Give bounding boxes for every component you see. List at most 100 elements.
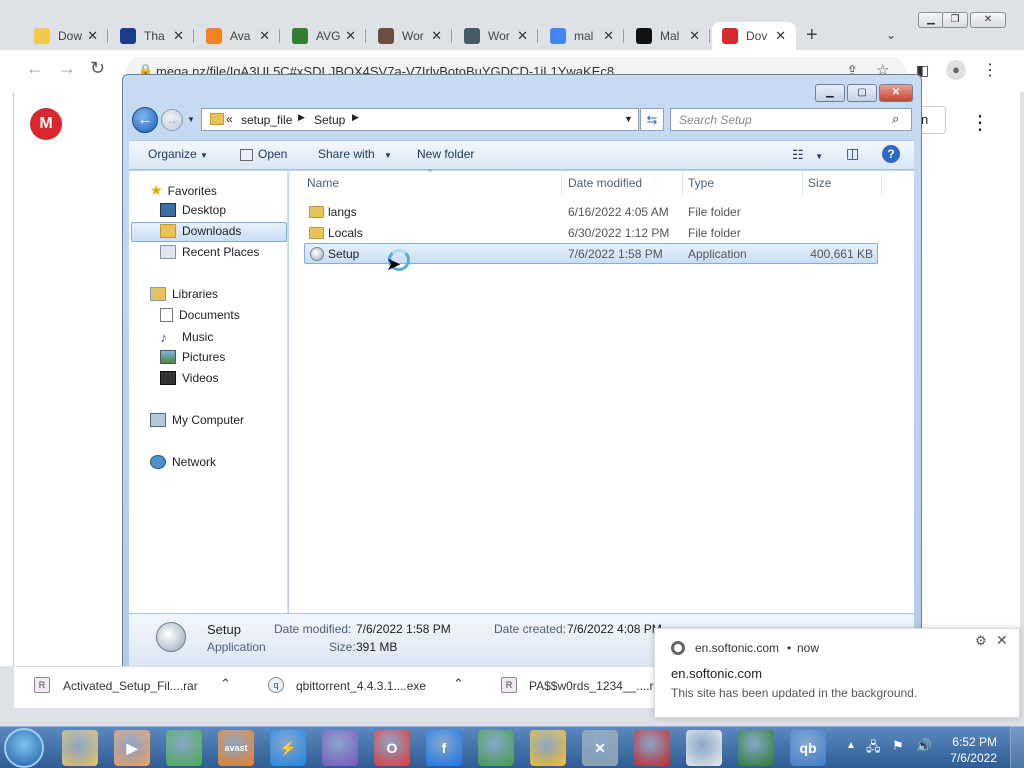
app-taskbar-icon[interactable] xyxy=(478,730,514,766)
facebook-taskbar-icon[interactable]: f xyxy=(426,730,462,766)
column-header-type[interactable]: Type xyxy=(688,176,714,190)
page-menu-icon[interactable]: ⋮ xyxy=(970,110,990,135)
tab-1[interactable]: Dow ✕ xyxy=(24,22,108,50)
volume-icon[interactable]: 🔊 xyxy=(916,738,932,754)
explorer-maximize-button[interactable]: ▢ xyxy=(847,84,877,102)
nav-network[interactable]: Network xyxy=(150,455,216,469)
new-folder-button[interactable]: New folder xyxy=(417,147,474,161)
nav-desktop[interactable]: Desktop xyxy=(160,203,226,217)
tab-7[interactable]: mal ✕ xyxy=(540,22,624,50)
tab-6[interactable]: Wor ✕ xyxy=(454,22,538,50)
tab-close-icon[interactable]: ✕ xyxy=(517,28,528,44)
explorer-back-button[interactable]: ← xyxy=(132,107,158,133)
breadcrumb-current[interactable]: Setup xyxy=(314,113,345,127)
nav-libraries[interactable]: Libraries xyxy=(150,287,218,301)
restore-button[interactable]: ❐ xyxy=(942,12,968,28)
show-desktop-button[interactable] xyxy=(1010,726,1024,768)
explorer-minimize-button[interactable]: ▁ xyxy=(815,84,845,102)
forward-arrow-icon[interactable]: → xyxy=(58,58,76,79)
network-tray-icon[interactable]: 🖧 xyxy=(866,738,881,760)
explorer-address-bar[interactable]: « setup_file ▶ Setup ▶ ▼ xyxy=(201,108,639,131)
column-divider[interactable] xyxy=(881,171,882,195)
table-row[interactable]: Locals 6/30/2022 1:12 PM File folder xyxy=(304,223,878,243)
tab-5[interactable]: Wor ✕ xyxy=(368,22,452,50)
nav-documents[interactable]: Documents xyxy=(160,308,240,322)
breadcrumb-arrow-icon[interactable]: ▶ xyxy=(352,112,359,123)
download-item[interactable]: Activated_Setup_Fil....rar xyxy=(63,679,198,693)
menu-kebab-icon[interactable]: ⋮ xyxy=(982,60,998,80)
reload-icon[interactable]: ↻ xyxy=(90,58,105,79)
taskbar-clock[interactable]: 6:52 PM 7/6/2022 xyxy=(945,734,997,766)
chevron-up-icon[interactable]: ⌃ xyxy=(453,676,464,692)
notification-popup[interactable]: en.softonic.com • now ⚙ ✕ en.softonic.co… xyxy=(654,628,1020,718)
download-item[interactable]: PA$$w0rds_1234__....r xyxy=(529,679,654,693)
tab-close-icon[interactable]: ✕ xyxy=(689,28,700,44)
tab-close-icon[interactable]: ✕ xyxy=(173,28,184,44)
address-dropdown-icon[interactable]: ▼ xyxy=(624,114,633,124)
tab-close-icon[interactable]: ✕ xyxy=(87,28,98,44)
media-taskbar-icon[interactable]: ▶ xyxy=(114,730,150,766)
tab-close-icon[interactable]: ✕ xyxy=(345,28,356,44)
profile-avatar[interactable]: ● xyxy=(946,60,966,80)
tab-2[interactable]: Tha ✕ xyxy=(110,22,194,50)
nav-my-computer[interactable]: My Computer xyxy=(150,413,244,427)
tray-expand-icon[interactable]: ▲ xyxy=(846,740,856,751)
tab-close-icon[interactable]: ✕ xyxy=(431,28,442,44)
nav-favorites[interactable]: ★ Favorites xyxy=(150,182,217,199)
qbittorrent-taskbar-icon[interactable]: qb xyxy=(790,730,826,766)
refresh-icon[interactable]: ⇆ xyxy=(640,108,664,131)
breadcrumb-overflow[interactable]: « xyxy=(226,112,233,126)
open-button[interactable]: Open xyxy=(240,147,287,161)
nav-downloads[interactable]: Downloads xyxy=(160,224,241,238)
tab-8[interactable]: Mal ✕ xyxy=(626,22,710,50)
help-icon[interactable]: ? xyxy=(882,145,900,163)
view-options-icon[interactable]: ☷ ▼ xyxy=(792,147,823,163)
opera-taskbar-icon[interactable]: O xyxy=(374,730,410,766)
table-row[interactable]: langs 6/16/2022 4:05 AM File folder xyxy=(304,202,878,222)
explorer-forward-button[interactable]: → xyxy=(161,109,183,131)
tools-taskbar-icon[interactable]: ✕ xyxy=(582,730,618,766)
tab-close-icon[interactable]: ✕ xyxy=(775,28,786,44)
new-tab-button[interactable]: + xyxy=(806,24,818,47)
tor-taskbar-icon[interactable] xyxy=(322,730,358,766)
tab-search-chevron-icon[interactable]: ⌄ xyxy=(886,28,896,42)
share-with-button[interactable]: Share with ▼ xyxy=(318,147,392,161)
chrome-taskbar-icon[interactable] xyxy=(166,730,202,766)
nav-music[interactable]: ♪ Music xyxy=(160,329,213,345)
tor2-taskbar-icon[interactable] xyxy=(530,730,566,766)
game-taskbar-icon[interactable] xyxy=(634,730,670,766)
chevron-up-icon[interactable]: ⌃ xyxy=(220,676,231,692)
nav-pictures[interactable]: Pictures xyxy=(160,350,225,364)
tab-4[interactable]: AVG ✕ xyxy=(282,22,366,50)
shield-taskbar-icon[interactable]: ⚡ xyxy=(270,730,306,766)
column-header-date[interactable]: Date modified xyxy=(568,176,642,190)
column-header-name[interactable]: Name xyxy=(307,176,339,190)
column-divider[interactable] xyxy=(561,171,562,195)
column-divider[interactable] xyxy=(682,171,683,195)
tab-close-icon[interactable]: ✕ xyxy=(603,28,614,44)
organize-button[interactable]: Organize ▼ xyxy=(148,147,208,161)
tab-9[interactable]: Dov ✕ xyxy=(712,22,796,50)
column-header-size[interactable]: Size xyxy=(808,176,831,190)
avg-taskbar-icon[interactable] xyxy=(738,730,774,766)
back-arrow-icon[interactable]: ← xyxy=(26,58,44,79)
close-icon[interactable]: ✕ xyxy=(996,632,1008,649)
close-window-button[interactable]: ✕ xyxy=(970,12,1006,28)
search-icon[interactable]: ⌕ xyxy=(892,111,899,127)
hat-taskbar-icon[interactable] xyxy=(686,730,722,766)
download-item[interactable]: qbittorrent_4.4.3.1....exe xyxy=(296,679,426,693)
minimize-button[interactable]: ▁ xyxy=(918,12,944,28)
tab-close-icon[interactable]: ✕ xyxy=(259,28,270,44)
breadcrumb-parent[interactable]: setup_file xyxy=(241,113,292,127)
breadcrumb-arrow-icon[interactable]: ▶ xyxy=(298,112,305,123)
avast-taskbar-icon[interactable]: avast xyxy=(218,730,254,766)
explorer-taskbar-icon[interactable] xyxy=(62,730,98,766)
nav-videos[interactable]: Videos xyxy=(160,371,218,385)
start-button[interactable] xyxy=(4,728,44,768)
preview-pane-icon[interactable]: ◫ xyxy=(846,145,859,162)
column-divider[interactable] xyxy=(802,171,803,195)
action-center-flag-icon[interactable]: ⚑ xyxy=(892,738,904,754)
gear-icon[interactable]: ⚙ xyxy=(975,633,987,649)
search-input[interactable]: Search Setup xyxy=(670,108,912,131)
tab-3[interactable]: Ava ✕ xyxy=(196,22,280,50)
